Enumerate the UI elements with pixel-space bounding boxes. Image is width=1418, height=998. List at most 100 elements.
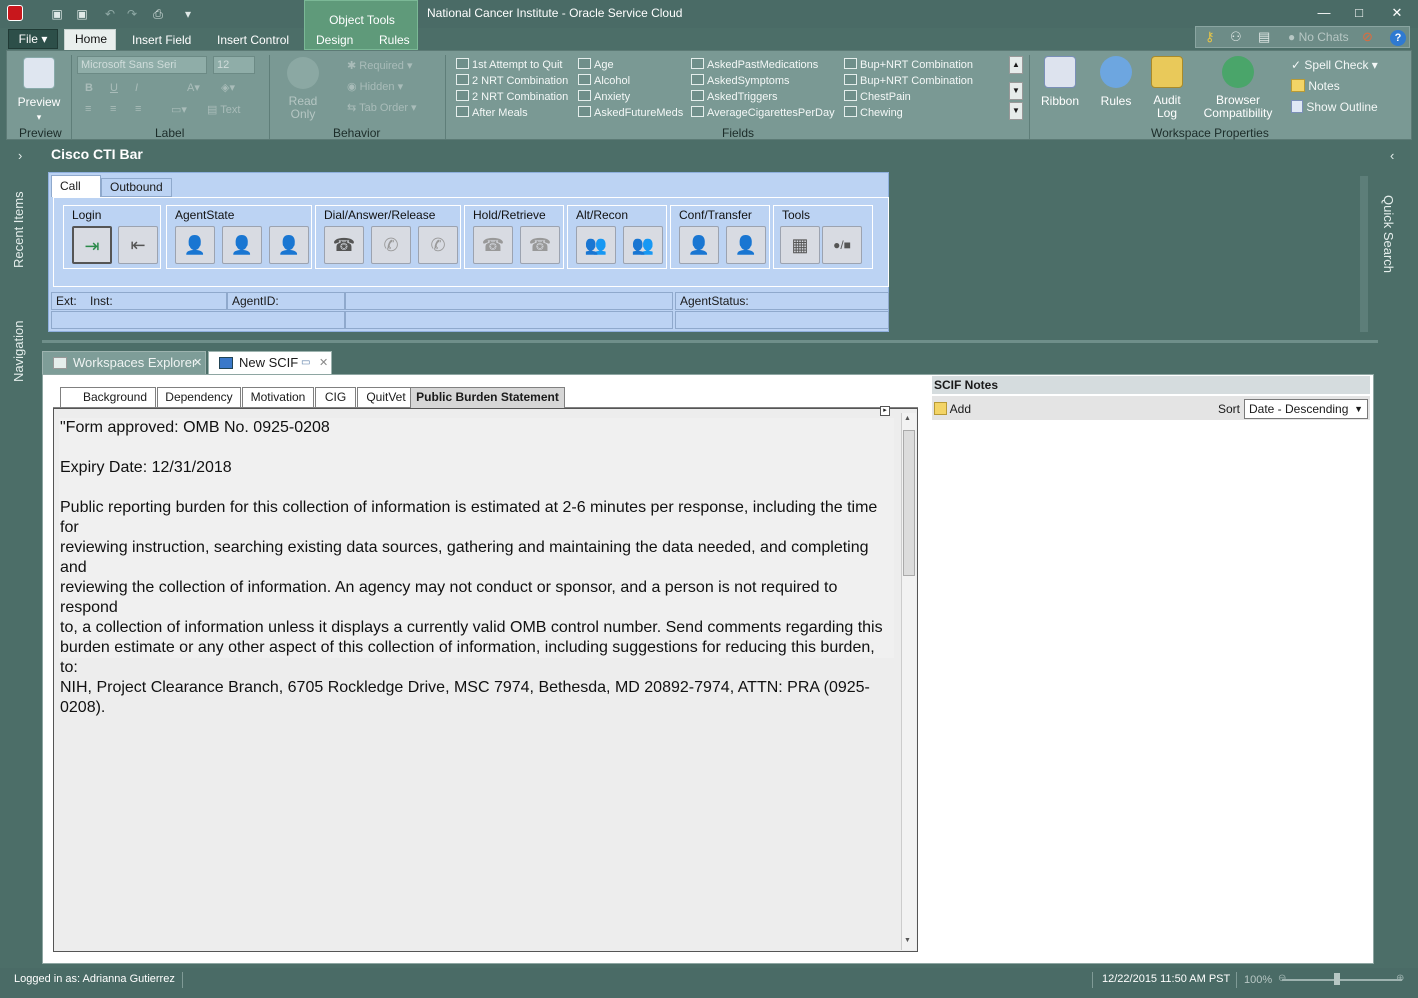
chat-disabled-icon[interactable]: ⊘ [1362, 29, 1373, 45]
subtab-background[interactable]: Background [60, 387, 156, 408]
agent-not-ready-button[interactable]: 👤 [222, 226, 262, 264]
zoom-in-icon[interactable]: ⊕ [1396, 973, 1404, 984]
audit-log-button[interactable]: Audit Log [1147, 56, 1187, 120]
zoom-out-icon[interactable]: ⊖ [1278, 973, 1286, 984]
help-icon[interactable]: ? [1390, 30, 1406, 46]
field-item[interactable]: Alcohol [578, 74, 630, 87]
close-tab-icon[interactable]: ✕ [319, 352, 328, 374]
conference-button[interactable]: 👤 [679, 226, 719, 264]
text-button[interactable]: ▤ Text [207, 103, 240, 116]
undo-icon[interactable]: ↶ [102, 6, 118, 22]
field-item[interactable]: AverageCigarettesPerDay [691, 106, 835, 119]
field-item[interactable]: Bup+NRT Combination [844, 58, 973, 71]
tab-insert-control[interactable]: Insert Control [207, 31, 299, 51]
align-center-icon[interactable]: ≡ [110, 103, 116, 115]
key-icon[interactable]: ⚷ [1205, 29, 1215, 45]
tab-workspaces-explorer[interactable]: Workspaces Explorer ✕ [42, 351, 206, 375]
editor-menu-icon[interactable]: ▸ [880, 406, 890, 416]
close-button[interactable]: ✕ [1385, 4, 1409, 22]
release-button[interactable]: ✆ [418, 226, 458, 264]
sort-select[interactable]: Date - Descending ▼ [1244, 399, 1368, 419]
field-item[interactable]: 2 NRT Combination [456, 74, 568, 87]
login-button[interactable]: ⇥ [72, 226, 112, 264]
ribbon-button[interactable]: Ribbon [1037, 56, 1083, 108]
transfer-button[interactable]: 👤 [726, 226, 766, 264]
required-button[interactable]: ✱ Required ▾ [347, 59, 413, 72]
splitter[interactable] [42, 340, 1378, 343]
notes-button[interactable]: Notes [1291, 79, 1340, 93]
retrieve-button[interactable]: ☎ [520, 226, 560, 264]
subtab-quitvet[interactable]: QuitVet [357, 387, 415, 408]
save-icon[interactable]: ▣ [49, 6, 65, 22]
hold-button[interactable]: ☎ [473, 226, 513, 264]
tab-new-scif[interactable]: New SCIF ▭ ✕ [208, 351, 332, 376]
zoom-slider[interactable] [1282, 979, 1402, 981]
sidebar-expand-icon[interactable]: › [18, 148, 22, 163]
cti-scrollbar[interactable] [1360, 176, 1368, 332]
subtab-cig[interactable]: CIG [315, 387, 356, 408]
alternate-button[interactable]: 👥 [576, 226, 616, 264]
field-item[interactable]: AskedPastMedications [691, 58, 818, 71]
subtab-dependency[interactable]: Dependency [157, 387, 241, 408]
keypad-button[interactable]: ▦ [780, 226, 820, 264]
read-only-button[interactable]: Read Only [279, 57, 327, 121]
redo-icon[interactable]: ↷ [124, 6, 140, 22]
fields-expand-icon[interactable]: ▼ [1009, 102, 1023, 120]
preview-button[interactable]: Preview ▾ [15, 57, 63, 123]
dial-button[interactable]: ☎ [324, 226, 364, 264]
field-item[interactable]: Anxiety [578, 90, 630, 103]
border-icon[interactable]: ▭▾ [171, 103, 187, 116]
field-item[interactable]: AskedFutureMeds [578, 106, 683, 119]
cti-tab-outbound[interactable]: Outbound [101, 178, 172, 197]
field-item[interactable]: ChestPain [844, 90, 911, 103]
field-item[interactable]: 1st Attempt to Quit [456, 58, 563, 71]
save-all-icon[interactable]: ▣ [74, 6, 90, 22]
rules-button[interactable]: Rules [1093, 56, 1139, 108]
zoom-thumb[interactable] [1334, 973, 1340, 985]
fields-scroll-down-icon[interactable]: ▼ [1009, 82, 1023, 100]
hidden-button[interactable]: ◉ Hidden ▾ [347, 80, 403, 93]
underline-button[interactable]: U [110, 82, 118, 94]
tab-order-button[interactable]: ⇆ Tab Order ▾ [347, 101, 417, 114]
subtab-public-burden[interactable]: Public Burden Statement [410, 387, 565, 409]
close-tab-icon[interactable]: ✕ [193, 352, 202, 374]
record-button[interactable]: ●/■ [822, 226, 862, 264]
font-family-select[interactable]: Microsoft Sans Seri [77, 56, 207, 74]
qat-customize-icon[interactable]: ▾ [180, 6, 196, 22]
field-item[interactable]: 2 NRT Combination [456, 90, 568, 103]
field-item[interactable]: After Meals [456, 106, 528, 119]
float-tab-icon[interactable]: ▭ [301, 352, 310, 374]
align-left-icon[interactable]: ≡ [85, 103, 91, 115]
field-item[interactable]: Age [578, 58, 614, 71]
field-item[interactable]: AskedTriggers [691, 90, 778, 103]
agent-ready-button[interactable]: 👤 [175, 226, 215, 264]
fill-color-icon[interactable]: ◈▾ [221, 81, 235, 94]
document-icon[interactable]: ▤ [1258, 29, 1270, 45]
fields-scroll-up-icon[interactable]: ▲ [1009, 56, 1023, 74]
file-menu-button[interactable]: File ▾ [8, 29, 58, 49]
users-icon[interactable]: ⚇ [1230, 29, 1242, 45]
tab-insert-field[interactable]: Insert Field [122, 31, 201, 51]
editor-text[interactable]: "Form approved: OMB No. 0925-0208 Expiry… [59, 418, 894, 716]
tab-rules[interactable]: Rules [369, 31, 420, 51]
italic-button[interactable]: I [135, 82, 138, 94]
field-item[interactable]: AskedSymptoms [691, 74, 790, 87]
tab-home[interactable]: Home [64, 29, 116, 51]
app-logo-icon[interactable] [7, 5, 23, 21]
spell-check-button[interactable]: ✓ Spell Check ▾ [1291, 58, 1378, 72]
bold-button[interactable]: B [85, 82, 93, 94]
tab-design[interactable]: Design [306, 31, 363, 51]
reconnect-button[interactable]: 👥 [623, 226, 663, 264]
align-right-icon[interactable]: ≡ [135, 103, 141, 115]
font-size-select[interactable]: 12 [213, 56, 255, 74]
editor-scrollbar[interactable]: ▲ ▼ [901, 413, 916, 950]
browser-compatibility-button[interactable]: Browser Compatibility [1197, 56, 1279, 120]
recent-items-tab[interactable]: Recent Items [11, 191, 26, 268]
scroll-up-icon[interactable]: ▲ [904, 415, 911, 422]
quick-search-tab[interactable]: Quick Search [1381, 195, 1396, 273]
print-icon[interactable]: ⎙ [150, 6, 166, 22]
minimize-button[interactable]: — [1312, 4, 1336, 22]
field-item[interactable]: Bup+NRT Combination [844, 74, 973, 87]
chat-status[interactable]: ● No Chats [1288, 30, 1349, 44]
add-note-button[interactable]: Add [934, 402, 971, 416]
